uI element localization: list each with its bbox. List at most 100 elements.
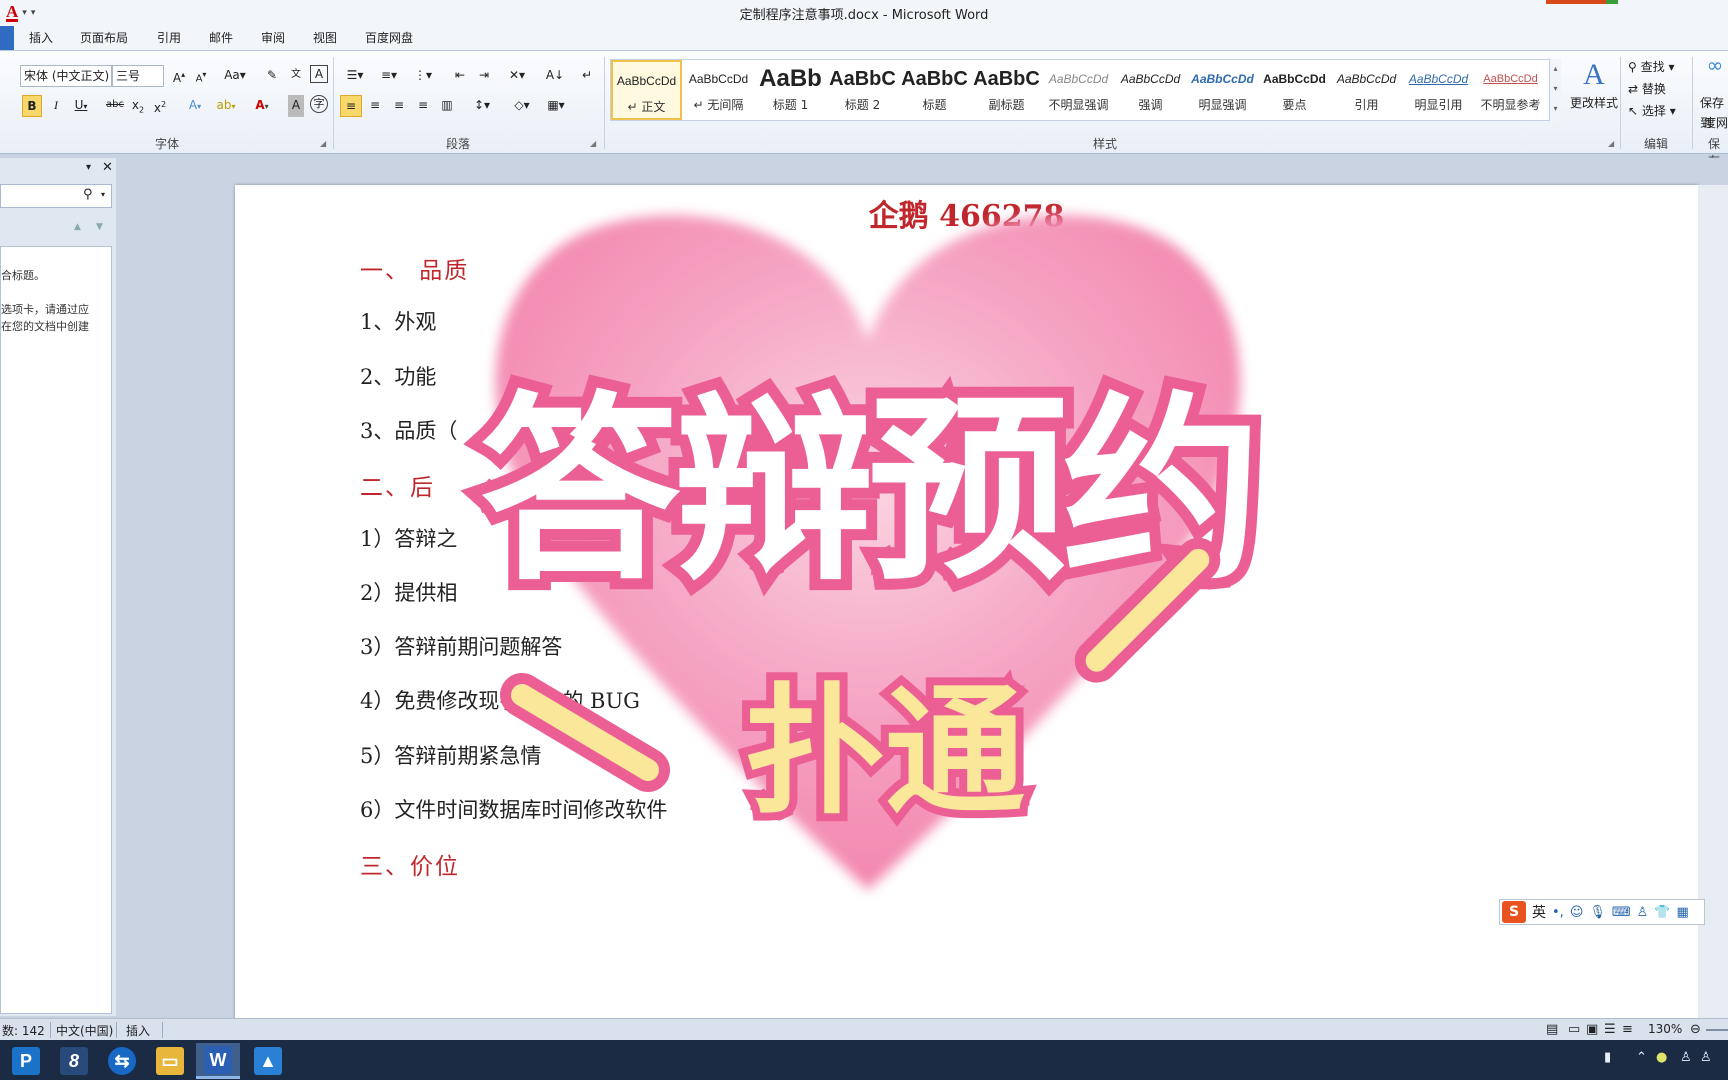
find-button[interactable]: ⚲ 查找 ▾ (1628, 57, 1688, 79)
replace-button[interactable]: ⇄ 替换 (1628, 79, 1688, 101)
styles-dialog-launcher-icon[interactable]: ◢ (1608, 139, 1614, 148)
multilevel-list-icon[interactable]: ⋮▾ (410, 65, 436, 87)
tray-expand-icon[interactable]: ⌃ (1636, 1050, 1647, 1065)
borders-icon[interactable]: ▦▾ (542, 95, 570, 117)
font-color-button[interactable]: A▾ (250, 95, 274, 117)
decrease-indent-icon[interactable]: ⇤ (450, 65, 470, 87)
style-strong[interactable]: AaBbCcDd 要点 (1259, 60, 1330, 120)
web-layout-icon[interactable]: ▣ (1586, 1022, 1598, 1037)
nav-next-icon[interactable]: ▼ (96, 222, 103, 232)
select-button[interactable]: ↖ 选择 ▾ (1628, 101, 1688, 123)
chinese-layout-icon[interactable]: ✕▾ (504, 65, 530, 87)
tab-references[interactable]: 引用 (157, 29, 181, 46)
battery-icon[interactable]: ▮ (1604, 1050, 1611, 1065)
tab-insert[interactable]: 插入 (29, 29, 53, 46)
styles-gallery-scroll[interactable]: ▴ ▾ ▾ (1549, 59, 1561, 121)
increase-indent-icon[interactable]: ⇥ (474, 65, 494, 87)
taskbar-app-word[interactable]: W (196, 1043, 240, 1079)
line-spacing-icon[interactable]: ↕▾ (468, 95, 496, 117)
word-count[interactable]: 数: 142 (2, 1022, 45, 1039)
tab-review[interactable]: 审阅 (261, 29, 285, 46)
taskbar-app-explorer[interactable]: ▭ (148, 1043, 192, 1079)
character-border-icon[interactable]: A (310, 65, 328, 83)
highlight-icon[interactable]: ab▾ (214, 95, 238, 117)
style-title[interactable]: AaBbC 标题 (899, 60, 970, 120)
style-quote[interactable]: AaBbCcDd 引用 (1331, 60, 1402, 120)
tab-baidu-netdisk[interactable]: 百度网盘 (365, 29, 413, 46)
style-normal[interactable]: AaBbCcDd ↵ 正文 (611, 60, 682, 120)
bullets-icon[interactable]: ☰▾ (342, 65, 368, 87)
zoom-out-icon[interactable]: ⊖ (1690, 1022, 1701, 1037)
style-emphasis[interactable]: AaBbCcDd 强调 (1115, 60, 1186, 120)
grow-font-icon[interactable]: A▴ (170, 65, 188, 87)
draft-icon[interactable]: ≡ (1622, 1022, 1633, 1037)
ime-toolbar[interactable]: S 英 •, ☺ 🎙 ⌨ ♙ 👕 ▦ (1499, 899, 1705, 925)
underline-button[interactable]: U▾ (70, 95, 92, 117)
tab-view[interactable]: 视图 (313, 29, 337, 46)
zoom-slider[interactable] (1706, 1029, 1728, 1031)
shading-icon[interactable]: ◇▾ (508, 95, 536, 117)
tab-page-layout[interactable]: 页面布局 (80, 29, 128, 46)
nav-search-input[interactable]: ⚲ ▾ (0, 184, 112, 208)
chevron-down-icon[interactable]: ▾ (101, 190, 105, 199)
shrink-font-icon[interactable]: A▾ (192, 65, 210, 87)
ime-mode[interactable]: 英 (1532, 902, 1546, 922)
text-effects-icon[interactable]: A▾ (184, 95, 206, 117)
full-screen-reading-icon[interactable]: ▭ (1568, 1022, 1580, 1037)
style-heading-2[interactable]: AaBbC 标题 2 (827, 60, 898, 120)
bold-button[interactable]: B (22, 95, 42, 117)
tab-file[interactable] (0, 26, 14, 50)
change-case-icon[interactable]: Aa▾ (222, 65, 248, 87)
print-layout-icon[interactable]: ▤ (1546, 1022, 1558, 1037)
search-icon[interactable]: ⚲ (83, 187, 93, 202)
style-no-spacing[interactable]: AaBbCcDd ↵ 无间隔 (683, 60, 754, 120)
font-size-box[interactable]: 三号 (112, 65, 164, 87)
italic-button[interactable]: I (48, 95, 64, 117)
change-styles-button[interactable]: 更改样式 (1562, 93, 1626, 115)
tab-mailings[interactable]: 邮件 (209, 29, 233, 46)
style-subtle-reference[interactable]: AaBbCcDd 不明显参考 (1475, 60, 1546, 120)
language-indicator[interactable]: 中文(中国) (56, 1022, 113, 1039)
taskbar-app-8[interactable]: 8 (52, 1043, 96, 1079)
style-heading-1[interactable]: AaBb 标题 1 (755, 60, 826, 120)
align-left-button[interactable]: ≡ (340, 95, 362, 117)
justify-button[interactable]: ≡ (412, 95, 434, 117)
outline-icon[interactable]: ☰ (1604, 1022, 1616, 1037)
nav-prev-icon[interactable]: ▲ (74, 222, 81, 232)
window-close-button[interactable] (1546, 0, 1610, 4)
zoom-level[interactable]: 130% (1648, 1022, 1682, 1036)
grid-menu-icon[interactable]: ▦ (1677, 905, 1689, 920)
nav-pane-menu-icon[interactable]: ▾ (86, 162, 91, 173)
vertical-scrollbar[interactable] (1698, 185, 1728, 1020)
show-marks-icon[interactable]: ↵ (578, 65, 596, 87)
microphone-icon[interactable]: 🎙 (1589, 905, 1606, 920)
align-center-button[interactable]: ≡ (364, 95, 386, 117)
keyboard-icon[interactable]: ⌨ (1612, 905, 1631, 920)
style-subtitle[interactable]: AaBbC 副标题 (971, 60, 1042, 120)
style-intense-quote[interactable]: AaBbCcDd 明显引用 (1403, 60, 1474, 120)
font-dialog-launcher-icon[interactable]: ◢ (320, 139, 326, 148)
enclose-character-icon[interactable]: 字 (310, 95, 328, 113)
skin-icon[interactable]: 👕 (1654, 905, 1670, 920)
tray-app-icon[interactable]: ● (1656, 1050, 1667, 1065)
user-icon[interactable]: ♙ (1637, 905, 1649, 920)
style-subtle-emphasis[interactable]: AaBbCcDd 不明显强调 (1043, 60, 1114, 120)
change-styles-icon[interactable]: A (1566, 55, 1622, 95)
document-page[interactable]: 企鹅 466278 一、 品质 1、外观 2、功能 3、品质（ 二、后 1）答辩… (235, 185, 1698, 1020)
numbering-icon[interactable]: ≡▾ (376, 65, 402, 87)
subscript-button[interactable]: x2 (130, 95, 146, 117)
strikethrough-button[interactable]: abc (104, 95, 126, 117)
taskbar-app-photos[interactable]: ▲ (246, 1043, 290, 1079)
baidu-cloud-icon[interactable]: ∞ (1700, 55, 1728, 77)
align-right-button[interactable]: ≡ (388, 95, 410, 117)
phonetic-guide-icon[interactable]: 文 (286, 65, 306, 87)
user-tray-icon-2[interactable]: ♙ (1700, 1050, 1712, 1065)
sort-icon[interactable]: A↓ (544, 65, 566, 87)
close-icon[interactable]: ✕ (102, 160, 113, 175)
distributed-button[interactable]: ▥ (436, 95, 458, 117)
emoji-icon[interactable]: ☺ (1570, 905, 1584, 920)
superscript-button[interactable]: x2 (152, 95, 168, 117)
font-name-box[interactable]: 宋体 (中文正文) (20, 65, 112, 87)
taskbar-app-project[interactable]: P (4, 1043, 48, 1079)
clear-format-icon[interactable]: ✎ (262, 65, 282, 87)
